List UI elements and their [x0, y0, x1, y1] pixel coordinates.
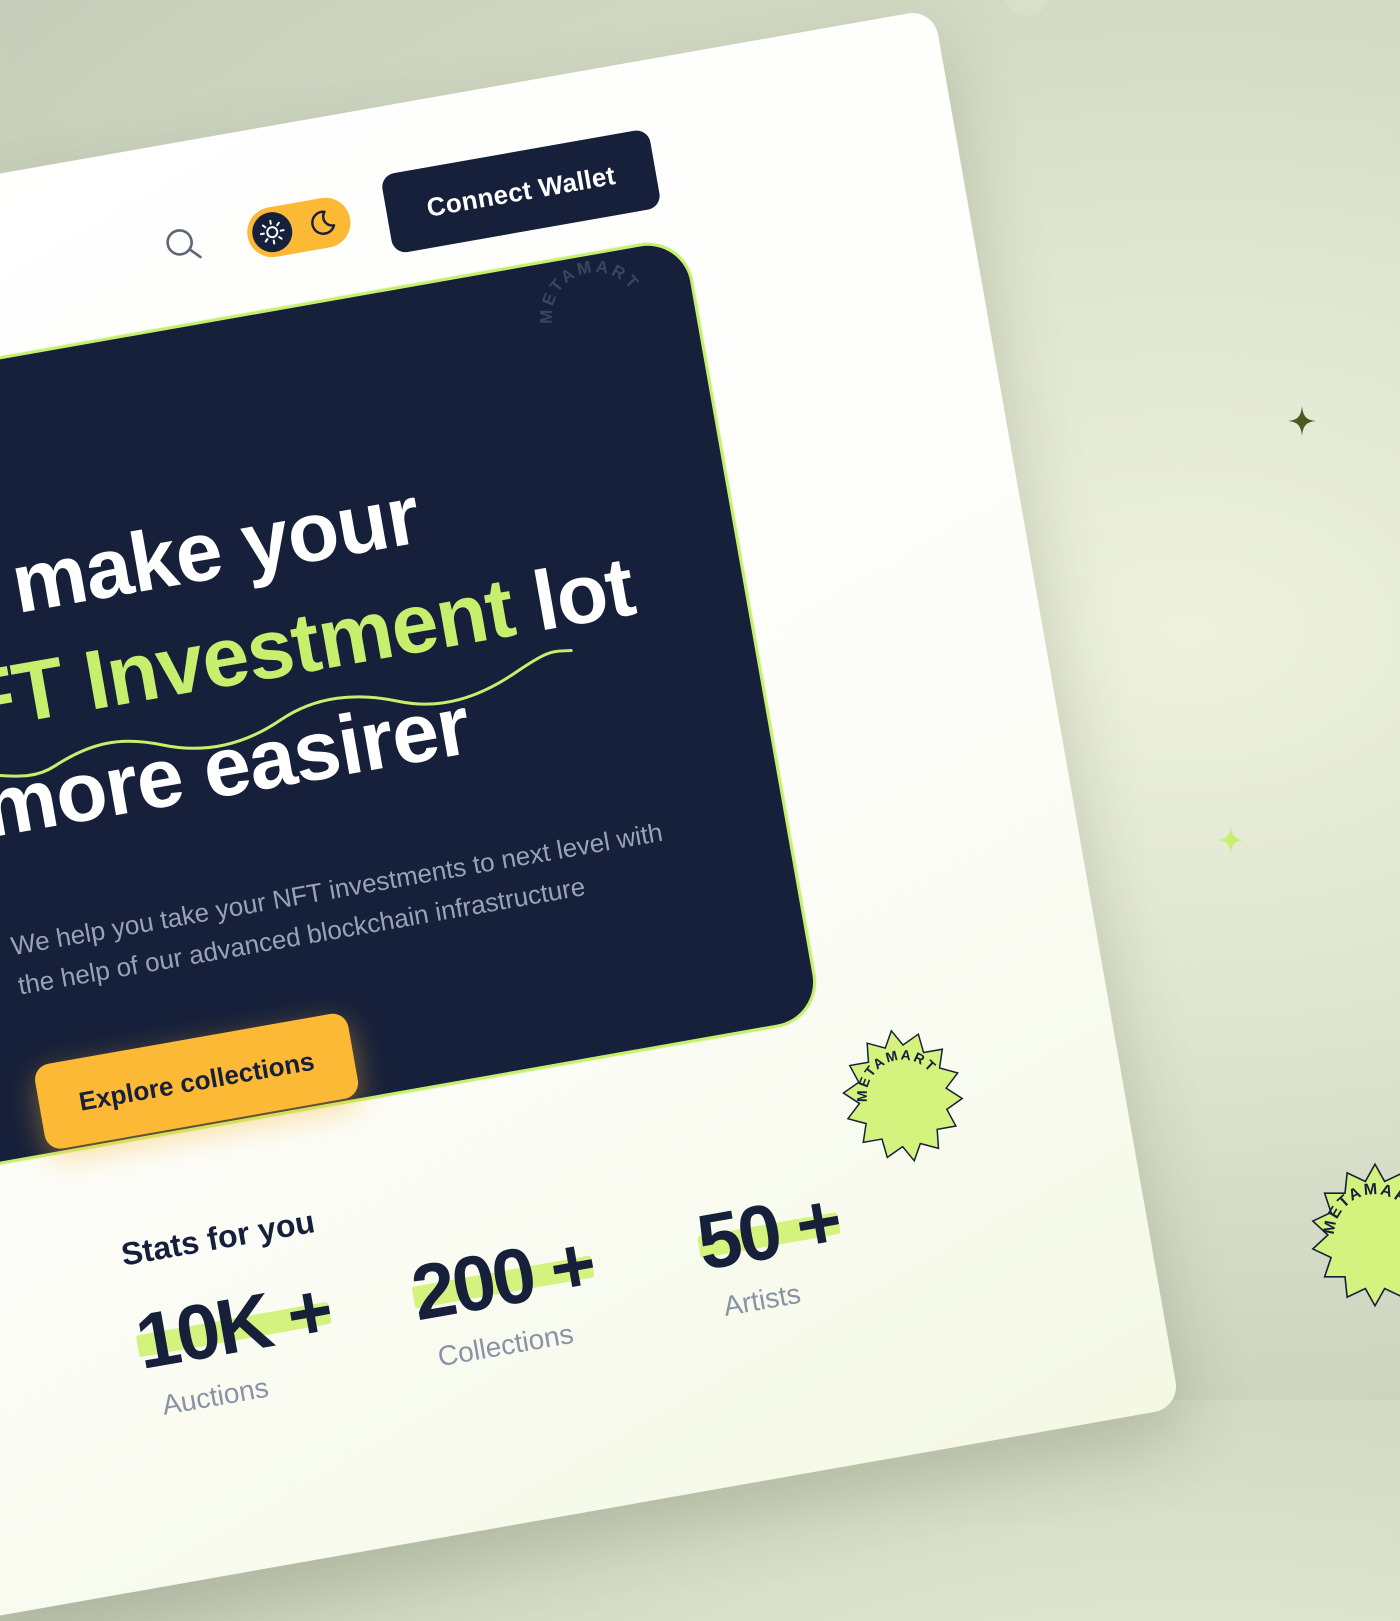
- connect-wallet-button[interactable]: Connect Wallet: [380, 128, 662, 255]
- stat-collections: 200 + Collections: [405, 1218, 607, 1376]
- sun-icon: [259, 219, 285, 245]
- metamart-stamp: METAMART: [842, 1029, 964, 1163]
- toggle-knob: [249, 208, 296, 256]
- stat-value-wrap: 50 +: [691, 1175, 846, 1288]
- metamart-rotating-badge: METAMART: [527, 249, 649, 328]
- stats-title: Stats for you: [118, 1203, 318, 1273]
- theme-toggle[interactable]: [243, 193, 355, 262]
- headline-line2-rest: lot: [504, 538, 641, 653]
- stat-artists: 50 + Artists: [691, 1175, 853, 1326]
- explore-collections-button[interactable]: Explore collections: [32, 1011, 361, 1152]
- stat-auctions: 10K + Auctions: [129, 1264, 344, 1424]
- moon-icon: [311, 210, 336, 235]
- stat-value: 50 +: [690, 1175, 846, 1287]
- hero-card: METAMART e make your FT Investment lot m…: [0, 235, 964, 1174]
- svg-text:METAMART: METAMART: [527, 249, 649, 328]
- search-icon[interactable]: [160, 222, 206, 268]
- landing-page: Connect Wallet METAMART e make your FT I…: [0, 8, 1181, 1621]
